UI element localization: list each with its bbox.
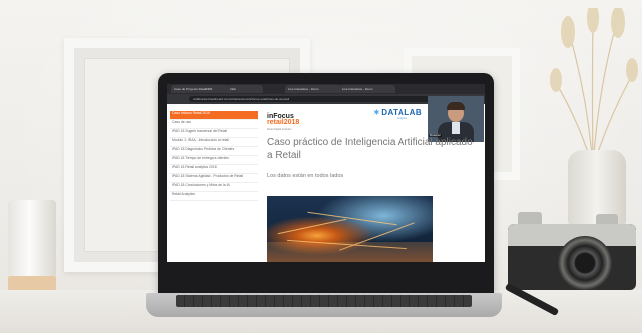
- city-lights-photo: [267, 196, 433, 262]
- sidebar-item[interactable]: Retail Analytics: [170, 192, 258, 201]
- sidebar-item[interactable]: IPAD 18 Retail analytics 2018: [170, 165, 258, 174]
- scene: Caso de Proyecto RetailDIIR Infai Live I…: [0, 0, 642, 333]
- laptop-screen: Caso de Proyecto RetailDIIR Infai Live I…: [167, 84, 485, 262]
- url-field[interactable]: collaborate.blackboard.com/ultra/session…: [189, 96, 433, 102]
- sidebar-item[interactable]: IPAD 18 Diagnóstico Pedidos de Clientes: [170, 147, 258, 156]
- course-sidebar: Caso Infocus Retail 2018 Caso de uso IPA…: [170, 111, 258, 231]
- sidebar-item[interactable]: Caso de uso: [170, 120, 258, 129]
- slide-subtitle: Los datos están en todos lados: [267, 173, 344, 179]
- browser-tab[interactable]: Caso de Proyecto RetailDIIR: [171, 85, 229, 93]
- sidebar-item[interactable]: Caso Infocus Retail 2018: [170, 111, 258, 120]
- infocus-logo: inFocus retail2018 Retail Digital Analyt…: [267, 113, 300, 133]
- sidebar-item[interactable]: Modulo 1: IRAA - Introducción al retail: [170, 138, 258, 147]
- slide-title: Caso práctico de Inteligencia Artificial…: [267, 137, 473, 161]
- sidebar-item[interactable]: IPAD 18 Tiempo de entrega a clientes: [170, 156, 258, 165]
- camera-icon: [508, 210, 636, 296]
- logo-line2: retail: [267, 119, 284, 126]
- browser-tabbar: Caso de Proyecto RetailDIIR Infai Live I…: [167, 84, 485, 94]
- star-icon: ✶: [373, 108, 381, 117]
- sidebar-item[interactable]: IPAD 18 Sugerir trasversal del Retail: [170, 129, 258, 138]
- laptop-keyboard: [176, 295, 472, 307]
- sidebar-item[interactable]: IPAD 18 Sistema Agilidad - Productos de …: [170, 174, 258, 183]
- brand-name: DATALAB: [381, 108, 423, 117]
- browser-tab[interactable]: Live Interactive - Zoom: [285, 85, 341, 93]
- browser-tab[interactable]: Infai: [227, 85, 263, 93]
- logo-sub: Retail Digital Analytics: [267, 128, 292, 131]
- brand-sub: Analytics: [397, 117, 408, 120]
- sidebar-item[interactable]: IPAD 18 Conclusiones y Mitos de la IA: [170, 183, 258, 192]
- browser-tab[interactable]: Live Interactive - Zoom: [339, 85, 395, 93]
- candle: [8, 200, 56, 300]
- datalab-logo: ✶DATALAB: [373, 108, 422, 117]
- logo-year: 2018: [283, 119, 300, 126]
